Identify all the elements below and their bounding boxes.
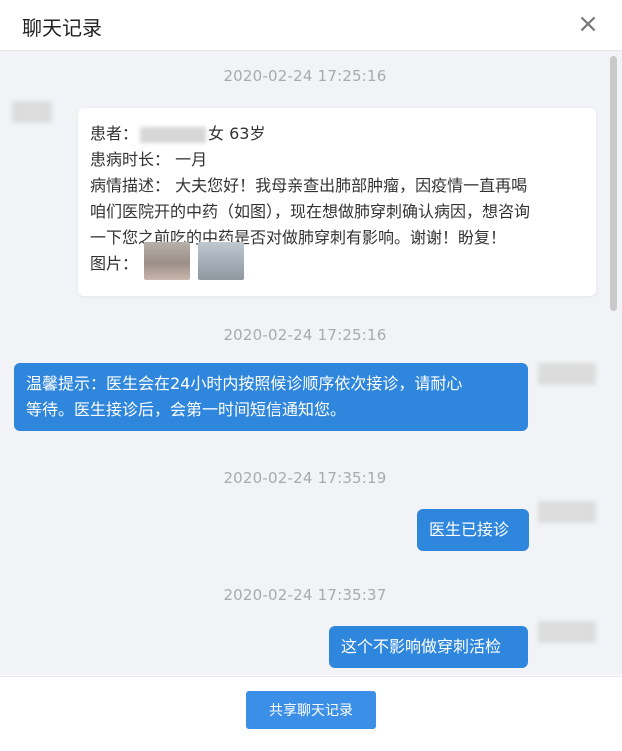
image-thumbnail[interactable] xyxy=(144,242,190,280)
timestamp: 2020-02-24 17:35:37 xyxy=(223,586,387,604)
image-thumbnail[interactable] xyxy=(198,242,244,280)
scrollbar[interactable] xyxy=(610,56,617,311)
patient-label: 患者： xyxy=(90,124,139,143)
patient-gender-age: 女 63岁 xyxy=(208,124,266,143)
patient-info-card: 患者： 女 63岁 患病时长： 一月 病情描述： 大夫您好！我母亲查出肺部肿瘤，因… xyxy=(78,108,596,296)
timestamp: 2020-02-24 17:35:19 xyxy=(223,469,387,487)
dialog-title: 聊天记录 xyxy=(22,16,102,40)
description-line-2: 咱们医院开的中药（如图），现在想做肺穿刺确认病因，想咨询 xyxy=(90,202,531,221)
patient-line: 患者： 女 63岁 xyxy=(90,120,265,144)
dialog-footer: 共享聊天记录 xyxy=(0,676,622,751)
system-tip-bubble: 温馨提示：医生会在24小时内按照候诊顺序依次接诊，请耐心 等待。医生接诊后，会第… xyxy=(14,363,528,431)
images-label: 图片： xyxy=(90,254,139,273)
tip-line-1: 温馨提示：医生会在24小时内按照候诊顺序依次接诊，请耐心 xyxy=(26,374,463,393)
chat-history[interactable]: 2020-02-24 17:25:16 患者： 女 63岁 患病时长： 一月 病情… xyxy=(0,51,622,675)
duration-line: 患病时长： 一月 xyxy=(90,150,208,169)
timestamp: 2020-02-24 17:25:16 xyxy=(223,326,387,344)
doctor-reply-bubble: 这个不影响做穿刺活检 xyxy=(329,626,528,668)
description-line-1: 病情描述： 大夫您好！我母亲查出肺部肿瘤，因疫情一直再喝 xyxy=(90,176,528,195)
doctor-avatar xyxy=(538,621,596,643)
dialog-header: 聊天记录 × xyxy=(0,0,622,51)
doctor-accepted-bubble: 医生已接诊 xyxy=(417,509,529,551)
close-icon[interactable]: × xyxy=(576,11,600,37)
patient-name-blurred xyxy=(140,126,207,143)
doctor-avatar xyxy=(538,501,596,523)
patient-avatar xyxy=(12,101,52,123)
doctor-avatar xyxy=(538,363,596,385)
timestamp: 2020-02-24 17:25:16 xyxy=(223,67,387,85)
share-chat-button[interactable]: 共享聊天记录 xyxy=(246,691,376,729)
tip-line-2: 等待。医生接诊后，会第一时间短信通知您。 xyxy=(26,400,347,419)
